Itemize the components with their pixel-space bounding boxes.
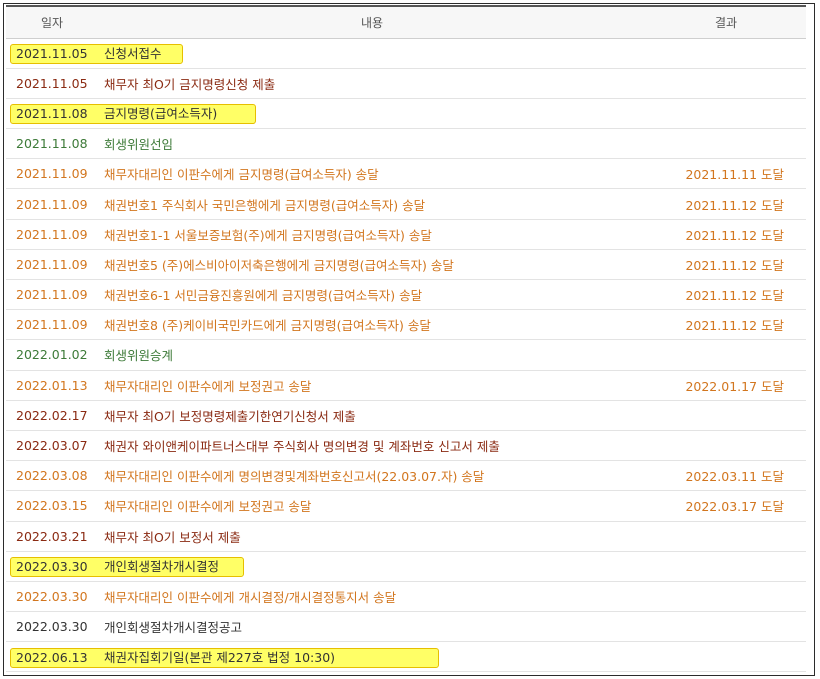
row-content: 회생위원승계 <box>98 339 646 371</box>
table-row: 2022.01.02 회생위원승계 <box>6 339 806 371</box>
row-content: 채무자대리인 이판수에게 개시결정/개시결정통지서 송달 <box>98 581 646 613</box>
row-result: 2021.11.12 도달 <box>646 279 806 311</box>
table-row: 2021.11.09 채권번호1 주식회사 국민은행에게 금지명령(급여소득자) … <box>6 188 806 220</box>
highlighted-date: 2022.03.30 <box>16 559 88 574</box>
row-date: 2022.01.02 <box>6 339 98 371</box>
table-row: 2022.03.15 채무자대리인 이판수에게 보정권고 송달 2022.03.17… <box>6 490 806 522</box>
row-content: 채권번호6-1 서민금융진흥원에게 금지명령(급여소득자) 송달 <box>98 279 646 311</box>
row-date: 2022.03.08 <box>6 460 98 492</box>
row-date: 2021.11.09 <box>6 158 98 190</box>
row-content: 채무자대리인 이판수에게 보정권고 송달 <box>98 490 646 522</box>
row-result <box>646 68 806 99</box>
table-row: 2022.03.30 개인회생절차개시결정공고 <box>6 611 806 643</box>
row-result <box>646 611 806 643</box>
highlighted-content: 신청서접수 <box>104 46 162 61</box>
table-row: 2022.03.21 채무자 최O기 보정서 제출 <box>6 521 806 552</box>
table-row: 2021.11.09 채권번호8 (주)케이비국민카드에게 금지명령(급여소득자)… <box>6 309 806 341</box>
row-content: 채무자대리인 이판수에게 금지명령(급여소득자) 송달 <box>98 158 646 190</box>
table-row: 2022.03.08 채무자대리인 이판수에게 명의변경및계좌번호신고서(22.0… <box>6 460 806 492</box>
highlighted-content: 채권자집회기일(본관 제227호 법정 10:30) <box>104 650 336 665</box>
row-content: 채권번호1-1 서울보증보험(주)에게 금지명령(급여소득자) 송달 <box>98 219 646 250</box>
table-row: 2022.01.13 채무자대리인 이판수에게 보정권고 송달 2022.01.17… <box>6 370 806 401</box>
row-date: 2021.11.09 <box>6 279 98 311</box>
table-row: 2022.03.07 채권자 와이앤케이파트너스대부 주식회사 명의변경 및 계좌… <box>6 430 806 462</box>
row-date: 2022.01.13 <box>6 370 98 401</box>
row-result <box>646 98 806 130</box>
table-header-row: 일자 내용 결과 <box>6 5 806 39</box>
table-row: 2021.11.09 채권번호6-1 서민금융진흥원에게 금지명령(급여소득자) … <box>6 279 806 311</box>
row-content: 채무자대리인 이판수에게 명의변경및계좌번호신고서(22.03.07.자) 송달 <box>98 460 646 492</box>
row-date: 2022.03.15 <box>6 490 98 522</box>
table-row: 2021.11.08 회생위원선임 <box>6 128 806 160</box>
table-row: 2021.11.09 채권번호1-1 서울보증보험(주)에게 금지명령(급여소득자… <box>6 219 806 250</box>
row-date: 2022.02.17 <box>6 400 98 431</box>
row-content: 채무자대리인 이판수에게 보정권고 송달 <box>98 370 646 401</box>
header-content: 내용 <box>98 5 646 39</box>
row-content: 채무자 최O기 보정서 제출 <box>98 521 646 552</box>
row-content: 채무자 최O기 금지명령신청 제출 <box>98 68 646 99</box>
row-date: 2022.03.21 <box>6 521 98 552</box>
row-date: 2021.11.09 <box>6 219 98 250</box>
row-result <box>646 641 806 673</box>
row-content: 회생위원선임 <box>98 128 646 160</box>
row-result: 2021.11.12 도달 <box>646 188 806 220</box>
row-content: 채권자 와이앤케이파트너스대부 주식회사 명의변경 및 계좌번호 신고서 제출 <box>98 430 646 462</box>
header-result: 결과 <box>646 5 806 39</box>
row-result <box>646 581 806 613</box>
row-result: 2022.03.11 도달 <box>646 460 806 492</box>
row-date: 2022.03.30 <box>6 611 98 643</box>
table-row: 2021.11.05 채무자 최O기 금지명령신청 제출 <box>6 68 806 99</box>
row-result <box>646 551 806 582</box>
row-result <box>646 38 806 69</box>
row-result: 2021.11.12 도달 <box>646 219 806 250</box>
row-result <box>646 128 806 160</box>
highlighted-date: 2021.11.05 <box>16 46 88 61</box>
highlighted-date: 2022.06.13 <box>16 650 88 665</box>
row-date: 2022.03.07 <box>6 430 98 462</box>
row-date: 2021.11.08 <box>6 128 98 160</box>
row-result: 2021.11.12 도달 <box>646 309 806 341</box>
table-row: 2022.02.17 채무자 최O기 보정명령제출기한연기신청서 제출 <box>6 400 806 431</box>
row-content: 채권번호8 (주)케이비국민카드에게 금지명령(급여소득자) 송달 <box>98 309 646 341</box>
row-content: 개인회생절차개시결정공고 <box>98 611 646 643</box>
row-date: 2021.11.09 <box>6 309 98 341</box>
row-content: 채권번호5 (주)에스비아이저축은행에게 금지명령(급여소득자) 송달 <box>98 249 646 281</box>
header-date: 일자 <box>6 5 98 39</box>
highlighted-date: 2021.11.08 <box>16 106 88 121</box>
row-result <box>646 339 806 371</box>
row-date: 2022.03.30 <box>6 581 98 613</box>
row-result: 2022.03.17 도달 <box>646 490 806 522</box>
row-result: 2022.01.17 도달 <box>646 370 806 401</box>
row-result <box>646 521 806 552</box>
row-content: 채권번호1 주식회사 국민은행에게 금지명령(급여소득자) 송달 <box>98 188 646 220</box>
row-result <box>646 430 806 462</box>
table-row: 2022.03.30 채무자대리인 이판수에게 개시결정/개시결정통지서 송달 <box>6 581 806 613</box>
row-date: 2021.11.05 <box>6 68 98 99</box>
table-row: 2021.11.09 채권번호5 (주)에스비아이저축은행에게 금지명령(급여소득… <box>6 249 806 281</box>
table-row: 2021.11.09 채무자대리인 이판수에게 금지명령(급여소득자) 송달 202… <box>6 158 806 190</box>
highlighted-content: 개인회생절차개시결정 <box>104 559 220 574</box>
row-result: 2021.11.12 도달 <box>646 249 806 281</box>
row-result <box>646 400 806 431</box>
row-date: 2021.11.09 <box>6 249 98 281</box>
row-content: 채무자 최O기 보정명령제출기한연기신청서 제출 <box>98 400 646 431</box>
row-date: 2021.11.09 <box>6 188 98 220</box>
highlighted-content: 금지명령(급여소득자) <box>104 106 218 121</box>
row-result: 2021.11.11 도달 <box>646 158 806 190</box>
